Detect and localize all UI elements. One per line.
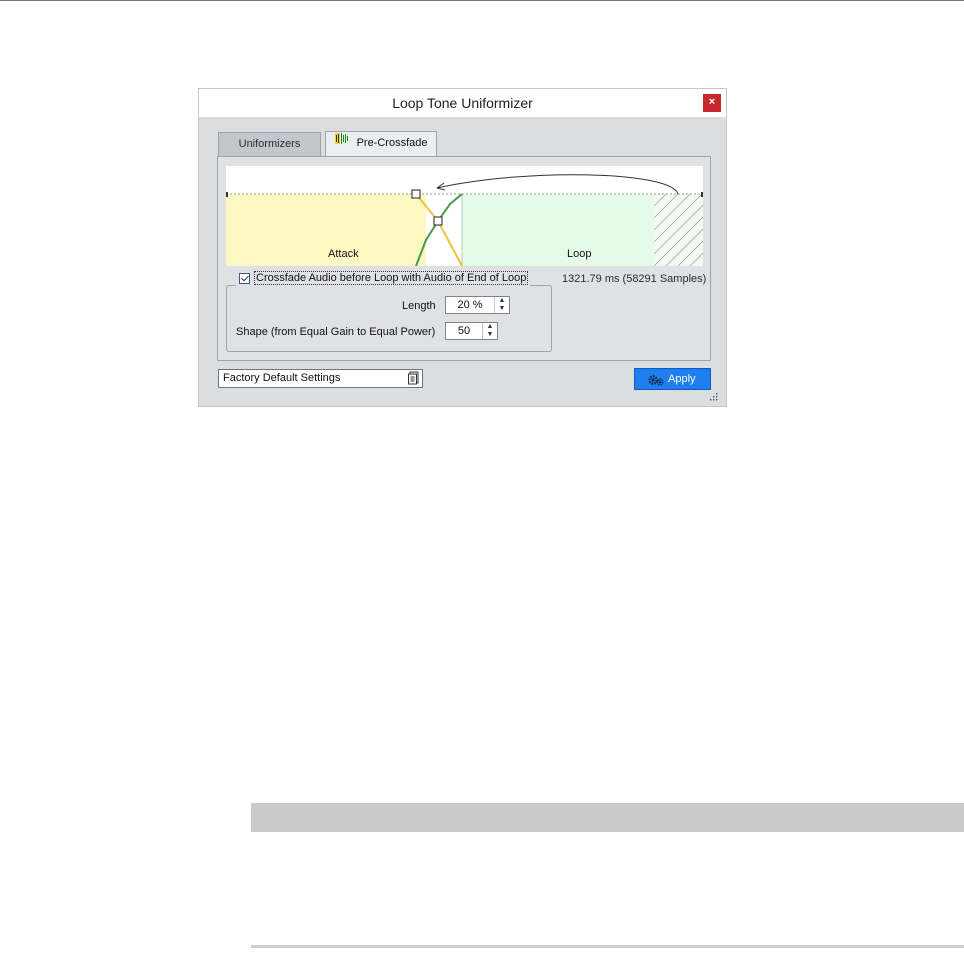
- apply-label: Apply: [668, 373, 696, 385]
- loop-label: Loop: [567, 248, 592, 260]
- crossfade-graph[interactable]: Attack Loop: [226, 166, 703, 266]
- shape-spinbox[interactable]: 50 ▲ ▼: [445, 322, 498, 340]
- shape-up-arrow-icon[interactable]: ▲: [483, 323, 497, 331]
- resize-grip-icon[interactable]: [709, 389, 719, 407]
- shape-down-arrow-icon[interactable]: ▼: [483, 331, 497, 339]
- apply-button[interactable]: Apply: [634, 368, 711, 390]
- length-spinbox[interactable]: 20 % ▲ ▼: [445, 296, 510, 314]
- crossfade-checkbox-label[interactable]: Crossfade Audio before Loop with Audio o…: [253, 271, 529, 285]
- bottom-rule: [251, 945, 964, 948]
- tab-uniformizers-label: Uniformizers: [238, 138, 301, 150]
- tab-pre-crossfade-label: Pre-Crossfade: [356, 137, 428, 149]
- section-band: [251, 803, 964, 832]
- length-value[interactable]: 20 %: [446, 299, 494, 311]
- preset-label: Factory Default Settings: [223, 372, 341, 384]
- crossfade-waveform-icon: [334, 131, 350, 154]
- tab-uniformizers[interactable]: Uniformizers: [218, 132, 321, 156]
- length-up-arrow-icon[interactable]: ▲: [495, 297, 509, 305]
- title-bar[interactable]: Loop Tone Uniformizer ×: [199, 89, 726, 117]
- crossfade-duration: 1321.79 ms (58291 Samples): [562, 273, 707, 285]
- shape-value[interactable]: 50: [446, 325, 482, 337]
- tab-pre-crossfade[interactable]: Pre-Crossfade: [325, 131, 437, 157]
- fade-mid-handle[interactable]: [433, 216, 443, 226]
- loop-arrow: [436, 174, 679, 195]
- shape-stepper[interactable]: ▲ ▼: [482, 323, 497, 339]
- crossfade-checkbox-row[interactable]: Crossfade Audio before Loop with Audio o…: [236, 270, 531, 286]
- fade-start-handle[interactable]: [411, 189, 421, 199]
- top-rule: [0, 0, 964, 1]
- window-title: Loop Tone Uniformizer: [392, 95, 533, 111]
- length-down-arrow-icon[interactable]: ▼: [495, 305, 509, 313]
- preset-menu-icon[interactable]: [408, 371, 419, 385]
- loop-tone-uniformizer-dialog: Loop Tone Uniformizer × Uniformizers Pre…: [198, 88, 727, 407]
- shape-label: Shape (from Equal Gain to Equal Power): [236, 326, 436, 338]
- loop-end-hatch: [653, 193, 703, 266]
- crossfade-checkbox[interactable]: [239, 272, 250, 284]
- preset-selector[interactable]: Factory Default Settings: [218, 369, 423, 388]
- length-label: Length: [402, 300, 436, 312]
- attack-label: Attack: [328, 248, 359, 260]
- gears-icon: [648, 373, 664, 393]
- attack-region: [226, 194, 426, 266]
- length-stepper[interactable]: ▲ ▼: [494, 297, 509, 313]
- close-button[interactable]: ×: [703, 94, 721, 112]
